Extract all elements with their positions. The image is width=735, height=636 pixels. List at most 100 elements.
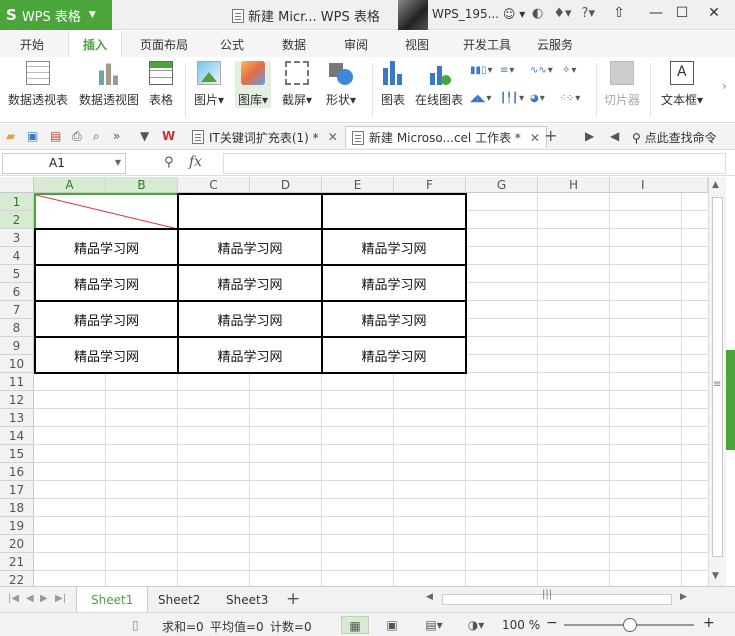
row-header-4[interactable]: 4 [0,247,34,265]
tab-insert[interactable]: 插入 [68,31,123,57]
table-cell[interactable]: 精品学习网 [34,264,179,302]
chart-button[interactable]: 图表 [381,61,405,108]
close-tab-icon[interactable]: ✕ [530,131,540,145]
formula-input[interactable] [223,153,726,174]
row-header-3[interactable]: 3 [0,229,34,247]
tab-view[interactable]: 视图 [405,36,429,53]
reading-mode-button[interactable]: ▤▾ [420,616,448,634]
column-header-b[interactable]: B [106,177,178,193]
scroll-thumb[interactable] [712,197,723,557]
first-sheet-icon[interactable]: |◀ [8,593,19,604]
page-break-view-button[interactable]: ▣ [378,616,406,634]
row-header-6[interactable]: 6 [0,283,34,301]
row-header-12[interactable]: 12 [0,391,34,409]
scroll-left-icon[interactable]: ◀ [426,592,433,602]
row-header-10[interactable]: 10 [0,355,34,373]
minimize-button[interactable]: — [646,5,666,21]
sheet-tab-3[interactable]: Sheet3 [212,587,282,612]
column-header-e[interactable]: E [322,177,394,193]
more-icon[interactable]: » [113,129,120,143]
column-header-c[interactable]: C [178,177,250,193]
spreadsheet-grid[interactable]: A B C D E F G H I 1 2 3 4 5 6 7 8 9 10 1… [0,177,708,586]
row-header-1[interactable]: 1 [0,193,34,211]
table-cell[interactable]: 精品学习网 [34,228,179,266]
column-header-h[interactable]: H [538,177,610,193]
pivot-table-button[interactable]: 数据透视表 [8,61,68,108]
add-sheet-button[interactable]: + [286,589,300,609]
row-header-14[interactable]: 14 [0,427,34,445]
close-button[interactable]: ✕ [704,5,724,21]
close-tab-icon[interactable]: ✕ [328,130,338,144]
table-cell[interactable]: 精品学习网 [321,300,467,338]
scroll-right-icon[interactable]: ▶ [680,592,687,602]
avatar[interactable] [398,0,428,30]
row-header-22[interactable]: 22 [0,571,34,586]
line-chart-dropdown[interactable]: ∿∿ ▾ [530,65,553,76]
save-icon[interactable]: ▣ [27,129,38,143]
chevron-down-icon[interactable]: ▼ [140,129,149,143]
zoom-slider-handle[interactable] [623,618,637,632]
row-header-11[interactable]: 11 [0,373,34,391]
zoom-formula-icon[interactable]: ⚲ [164,155,174,170]
sheet-tab-2[interactable]: Sheet2 [144,587,214,612]
zoom-out-button[interactable]: − [546,615,558,631]
stock-chart-dropdown[interactable]: ┃╿┃ ▾ [500,93,524,104]
eye-protection-button[interactable]: ◑▾ [462,616,490,634]
row-header-19[interactable]: 19 [0,517,34,535]
screenshot-button[interactable]: 截屏▾ [282,61,312,108]
picture-button[interactable]: 图片▾ [194,61,224,108]
table-cell[interactable]: 精品学习网 [177,228,323,266]
side-panel-toggle[interactable] [726,350,735,450]
status-doc-icon[interactable]: ▯ [132,618,139,632]
table-cell[interactable]: 精品学习网 [177,264,323,302]
insert-function-button[interactable]: fx [189,154,202,170]
row-header-13[interactable]: 13 [0,409,34,427]
bar-chart-dropdown[interactable]: ≡ ▾ [500,65,514,76]
zoom-level[interactable]: 100 % [502,618,540,632]
pivot-chart-button[interactable]: 数据透视图 [79,61,139,108]
area-chart-dropdown[interactable]: ◢◣ ▾ [470,93,491,104]
column-chart-dropdown[interactable]: ▮▮▯ ▾ [470,65,493,76]
new-tab-button[interactable]: + [544,126,557,145]
radar-chart-dropdown[interactable]: ✧ ▾ [562,65,576,76]
tab-document-1[interactable]: IT关键词扩充表(1) * ✕ [186,126,344,148]
row-header-9[interactable]: 9 [0,337,34,355]
normal-view-button[interactable]: ▦ [341,616,369,634]
gallery-button[interactable]: 图库▾ [235,61,272,108]
last-sheet-icon[interactable]: ▶| [55,593,66,604]
share-icon[interactable]: ⇧ [609,5,629,21]
row-header-7[interactable]: 7 [0,301,34,319]
table-cell[interactable]: 精品学习网 [34,300,179,338]
tab-developer[interactable]: 开发工具 [463,36,511,53]
table-cell[interactable]: 精品学习网 [321,336,467,374]
ribbon-scroll-right-icon[interactable]: › [722,79,727,93]
sheet-tab-1[interactable]: Sheet1 [76,587,149,612]
maximize-button[interactable]: ☐ [672,5,692,21]
column-header-i[interactable]: I [610,177,708,193]
textbox-button[interactable]: 文本框▾ [661,61,703,108]
shapes-button[interactable]: 形状▾ [326,61,356,108]
row-header-5[interactable]: 5 [0,265,34,283]
tab-formulas[interactable]: 公式 [220,36,244,53]
pie-chart-dropdown[interactable]: ◕ ▾ [530,93,545,104]
row-header-16[interactable]: 16 [0,463,34,481]
column-header-g[interactable]: G [466,177,538,193]
scroll-up-icon[interactable]: ▲ [712,180,719,190]
online-chart-button[interactable]: 在线图表 [415,61,463,108]
app-menu-button[interactable]: S WPS 表格 ▼ [0,0,112,30]
skin-icon[interactable]: ◐ [532,6,543,21]
row-header-18[interactable]: 18 [0,499,34,517]
zoom-in-button[interactable]: + [703,615,715,631]
open-folder-icon[interactable]: ▰ [6,129,15,143]
horizontal-scroll-thumb[interactable] [442,594,672,605]
next-sheet-icon[interactable]: ▶ [40,593,48,604]
row-header-17[interactable]: 17 [0,481,34,499]
select-all-corner[interactable] [0,177,34,193]
header-cell-ef[interactable] [321,193,467,230]
table-cell[interactable]: 精品学习网 [177,336,323,374]
tab-document-2[interactable]: 新建 Microso...cel 工作表 * ✕ [345,126,547,148]
scatter-chart-dropdown[interactable]: ⁖⁘ ▾ [560,93,580,104]
help-button[interactable]: ?▾ [582,6,595,21]
scroll-down-icon[interactable]: ▼ [712,571,719,581]
tab-home[interactable]: 开始 [20,36,44,53]
